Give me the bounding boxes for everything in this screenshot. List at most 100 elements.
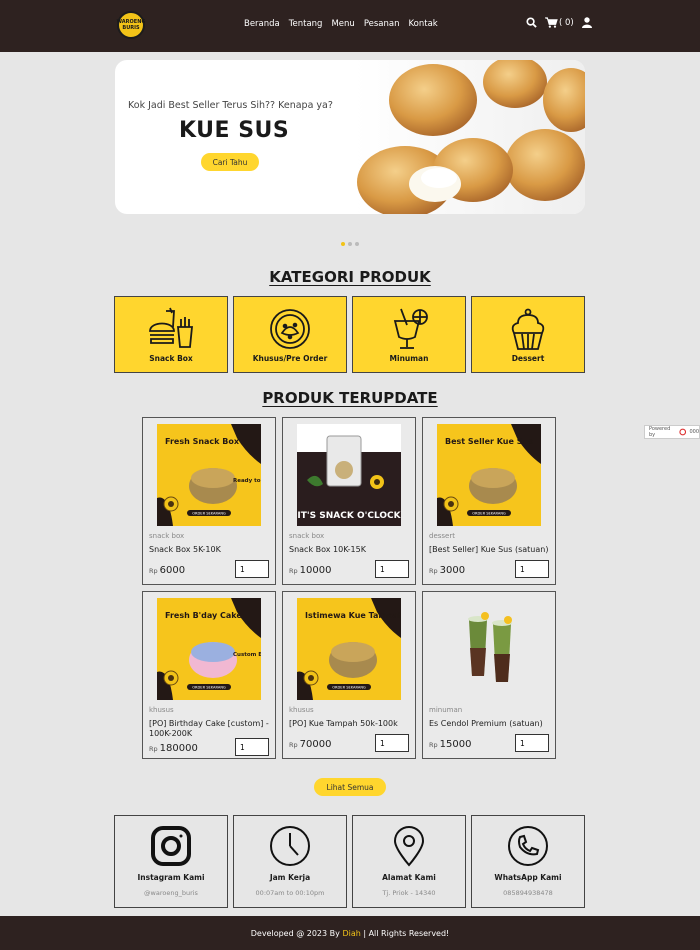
powered-by-badge[interactable]: Powered by 000: [644, 425, 700, 439]
product-category: khusus: [289, 706, 314, 714]
info-value: 00:07am to 00:10pm: [255, 889, 325, 897]
info-address[interactable]: Alamat Kami Tj. Priok - 14340: [352, 815, 466, 908]
nav-pesanan[interactable]: Pesanan: [364, 19, 400, 29]
provider-logo-icon: [679, 428, 687, 436]
brand-logo[interactable]: WAROENG BURIS: [117, 11, 145, 39]
carousel-dot-1[interactable]: [341, 242, 345, 246]
info-hours: Jam Kerja 00:07am to 00:10pm: [233, 815, 347, 908]
product-card[interactable]: ORDER SEKARANG Best Seller Kue Sus desse…: [422, 417, 556, 585]
product-order-label: ORDER SEKARANG: [472, 512, 506, 516]
clock-icon: [270, 826, 310, 866]
product-image[interactable]: ORDER SEKARANG Fresh B'day Cake Custom E…: [157, 598, 261, 700]
carousel-dot-2[interactable]: [348, 242, 352, 246]
product-name[interactable]: [PO] Kue Tampah 50k-100k: [289, 719, 409, 729]
product-image[interactable]: ORDER SEKARANG Istimewa Kue Tampah: [297, 598, 401, 700]
product-price: Rp 6000: [149, 565, 185, 576]
nav-tentang[interactable]: Tentang: [289, 19, 323, 29]
info-value: Tj. Priok - 14340: [382, 889, 436, 897]
price-value: 15000: [439, 739, 472, 750]
product-category: snack box: [289, 532, 325, 540]
info-value: @waroeng_buris: [144, 889, 198, 897]
nav-menu[interactable]: Menu: [331, 19, 354, 29]
product-image[interactable]: ORDER SEKARANG Best Seller Kue Sus: [437, 424, 541, 526]
user-icon[interactable]: [581, 17, 592, 28]
product-card[interactable]: ORDER SEKARANG Fresh Snack Box Ready to …: [142, 417, 276, 585]
cupcake-icon: [511, 308, 545, 350]
product-image[interactable]: ORDER SEKARANG Fresh Snack Box Ready to …: [157, 424, 261, 526]
currency-label: Rp: [429, 567, 438, 575]
product-image[interactable]: IT'S SNACK O'CLOCK: [297, 424, 401, 526]
category-label: Minuman: [389, 354, 429, 363]
product-card[interactable]: IT'S SNACK O'CLOCK snack box Snack Box 1…: [282, 417, 416, 585]
product-card[interactable]: minuman Es Cendol Premium (satuan) Rp 150…: [422, 591, 556, 759]
product-banner-text: Fresh Snack Box: [165, 437, 240, 446]
info-value: 085894938478: [503, 889, 553, 897]
product-name[interactable]: [Best Seller] Kue Sus (satuan): [429, 545, 549, 555]
category-minuman[interactable]: Minuman: [352, 296, 466, 373]
cart-count: ( 0): [559, 17, 574, 28]
product-price: Rp 3000: [429, 565, 465, 576]
price-value: 3000: [439, 565, 466, 576]
header-actions: ( 0): [526, 17, 592, 28]
currency-label: Rp: [289, 741, 298, 749]
product-category: dessert: [429, 532, 455, 540]
currency-label: Rp: [289, 567, 298, 575]
quantity-input[interactable]: [235, 738, 269, 756]
product-name[interactable]: Es Cendol Premium (satuan): [429, 719, 549, 729]
hero-cta-button[interactable]: Cari Tahu: [201, 153, 259, 171]
product-price: Rp 70000: [289, 739, 331, 750]
quantity-input[interactable]: [375, 560, 409, 578]
quantity-input[interactable]: [515, 734, 549, 752]
product-banner-text: IT'S SNACK O'CLOCK: [297, 511, 401, 521]
price-value: 6000: [159, 565, 186, 576]
powered-code: 000: [689, 429, 699, 435]
product-banner-text: Istimewa Kue Tampah: [305, 611, 401, 620]
quantity-input[interactable]: [235, 560, 269, 578]
hero-title: KUE SUS: [179, 118, 290, 143]
product-name[interactable]: Snack Box 10K-15K: [289, 545, 409, 555]
categories-heading: KATEGORI PRODUK: [269, 268, 431, 286]
product-name[interactable]: Snack Box 5K-10K: [149, 545, 269, 555]
currency-label: Rp: [149, 745, 158, 753]
nav-beranda[interactable]: Beranda: [244, 19, 280, 29]
product-banner-text: Best Seller Kue Sus: [445, 437, 533, 446]
product-card[interactable]: ORDER SEKARANG Fresh B'day Cake Custom E…: [142, 591, 276, 759]
footer-author-link[interactable]: Diah: [342, 929, 360, 938]
info-title: Instagram Kami: [137, 873, 205, 882]
info-title: Alamat Kami: [382, 873, 436, 882]
product-order-label: ORDER SEKARANG: [192, 512, 226, 516]
info-instagram[interactable]: Instagram Kami @waroeng_buris: [114, 815, 228, 908]
price-value: 70000: [299, 739, 332, 750]
cart-button[interactable]: ( 0): [545, 17, 574, 28]
product-image[interactable]: [437, 598, 541, 700]
nav-kontak[interactable]: Kontak: [409, 19, 438, 29]
cart-icon: [545, 17, 558, 28]
footer-prefix: Developed @ 2023 By: [250, 928, 340, 938]
quantity-input[interactable]: [515, 560, 549, 578]
category-khusus[interactable]: Khusus/Pre Order: [233, 296, 347, 373]
hero-subtitle: Kok Jadi Best Seller Terus Sih?? Kenapa …: [128, 100, 333, 111]
product-name[interactable]: [PO] Birthday Cake [custom] - 100K-200K: [149, 719, 269, 739]
info-whatsapp[interactable]: WhatsApp Kami 085894938478: [471, 815, 585, 908]
product-badge-text: Custom Edition: [233, 652, 261, 658]
product-category: snack box: [149, 532, 185, 540]
category-label: Khusus/Pre Order: [252, 354, 328, 363]
carousel-dots: [341, 242, 359, 246]
category-dessert[interactable]: Dessert: [471, 296, 585, 373]
category-label: Dessert: [511, 354, 545, 363]
location-pin-icon: [393, 826, 425, 867]
pizza-icon: [270, 309, 310, 349]
footer-suffix: | All Rights Reserved!: [363, 928, 450, 938]
product-category: khusus: [149, 706, 174, 714]
product-price: Rp 180000: [149, 743, 198, 754]
burger-fries-drink-icon: [149, 307, 193, 348]
product-category: minuman: [429, 706, 463, 714]
see-all-button[interactable]: Lihat Semua: [314, 778, 386, 796]
category-snack-box[interactable]: Snack Box: [114, 296, 228, 373]
search-icon[interactable]: [526, 17, 537, 28]
carousel-dot-3[interactable]: [355, 242, 359, 246]
quantity-input[interactable]: [375, 734, 409, 752]
product-card[interactable]: ORDER SEKARANG Istimewa Kue Tampah khusu…: [282, 591, 416, 759]
footer: Developed @ 2023 By Diah | All Rights Re…: [0, 916, 700, 950]
product-price: Rp 10000: [289, 565, 331, 576]
